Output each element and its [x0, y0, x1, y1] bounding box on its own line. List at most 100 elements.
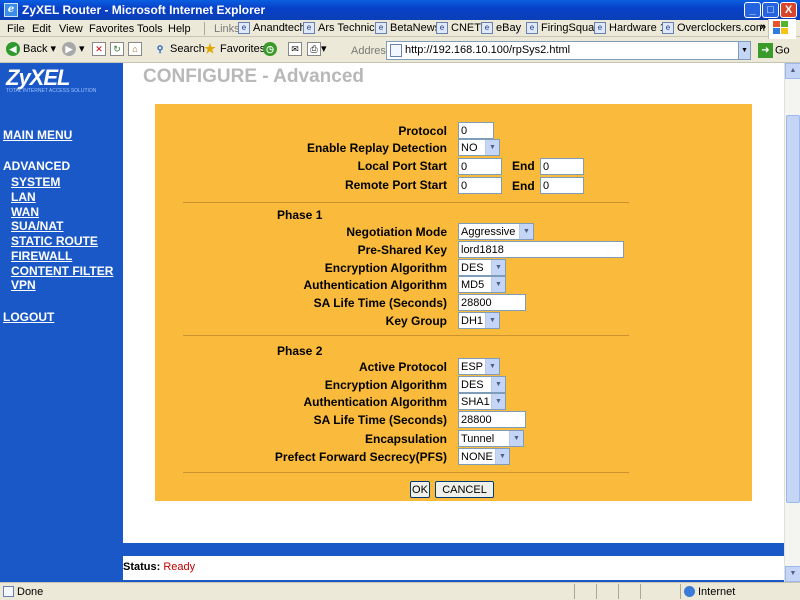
link-hardware1[interactable]: e Hardware 1 [594, 22, 666, 34]
local-port-start-input[interactable]: 0 [458, 158, 502, 175]
link-firingsquad[interactable]: e FiringSquad [526, 22, 600, 34]
links-more-chevron-icon[interactable]: » [760, 21, 766, 33]
menu-file[interactable]: File [7, 23, 25, 35]
link-page-icon: e [375, 22, 387, 34]
link-page-icon: e [594, 22, 606, 34]
menu-separator [204, 22, 205, 35]
phase1-authentication-label: Authentication Algorithm [303, 278, 447, 292]
ok-button[interactable]: OK [410, 481, 430, 498]
cancel-button[interactable]: CANCEL [435, 481, 494, 498]
menu-tools[interactable]: Tools [137, 23, 163, 35]
window-title: ZyXEL Router - Microsoft Internet Explor… [22, 3, 266, 17]
link-page-icon: e [303, 22, 315, 34]
chevron-down-icon: ▼ [485, 359, 499, 374]
phase1-encryption-select[interactable]: DES ▼ [458, 259, 506, 276]
scroll-up-icon[interactable]: ▲ [785, 63, 800, 79]
phase2-authentication-select[interactable]: SHA1 ▼ [458, 393, 506, 410]
history-icon: ◷ [263, 42, 277, 56]
maximize-button[interactable]: □ [762, 2, 779, 18]
router-status-row: Status: Ready [123, 556, 784, 580]
status-label: Status: [123, 561, 161, 573]
status-done-text: Done [17, 586, 44, 598]
forward-arrow-icon: ▶ [62, 42, 76, 57]
logout-link[interactable]: LOGOUT [3, 310, 54, 324]
pre-shared-key-input[interactable]: lord1818 [458, 241, 624, 258]
encapsulation-select[interactable]: Tunnel ▼ [458, 430, 524, 447]
address-dropdown-arrow-icon[interactable]: ▼ [738, 42, 750, 59]
link-page-icon: e [662, 22, 674, 34]
sidebar-item-content-filter[interactable]: CONTENT FILTER [11, 264, 113, 278]
menu-favorites[interactable]: Favorites [89, 23, 134, 35]
phase2-sa-lifetime-label: SA Life Time (Seconds) [313, 413, 447, 427]
remote-port-end-input[interactable]: 0 [540, 177, 584, 194]
sidebar-item-sua-nat[interactable]: SUA/NAT [11, 219, 63, 233]
replay-detection-select[interactable]: NO ▼ [458, 139, 500, 156]
sidebar-item-firewall[interactable]: FIREWALL [11, 249, 72, 263]
close-button[interactable]: X [780, 2, 797, 18]
history-button[interactable]: ◷ [263, 42, 280, 56]
key-group-select[interactable]: DH1 ▼ [458, 312, 500, 329]
status-cell [618, 584, 619, 599]
encapsulation-label: Encapsulation [364, 432, 447, 446]
refresh-button[interactable]: ↻ [110, 42, 124, 56]
chevron-down-icon: ▼ [491, 394, 505, 409]
local-port-end-input[interactable]: 0 [540, 158, 584, 175]
menu-edit[interactable]: Edit [32, 23, 51, 35]
phase2-sa-lifetime-input[interactable]: 28800 [458, 411, 526, 428]
negotiation-mode-select[interactable]: Aggressive ▼ [458, 223, 534, 240]
sidebar-item-wan[interactable]: WAN [11, 205, 39, 219]
link-page-icon: e [238, 22, 250, 34]
minimize-button[interactable]: _ [744, 2, 761, 18]
main-content: CONFIGURE - Advanced Protocol 0 Enable R… [123, 63, 784, 543]
home-button[interactable]: ⌂ [128, 42, 142, 56]
link-ebay[interactable]: e eBay [481, 22, 521, 34]
main-menu-link[interactable]: MAIN MENU [3, 128, 72, 142]
menu-view[interactable]: View [59, 23, 83, 35]
stop-button[interactable]: ✕ [92, 42, 106, 56]
phase1-heading: Phase 1 [277, 208, 323, 222]
page-icon [390, 44, 402, 57]
link-ars-technica[interactable]: e Ars Technica [303, 22, 381, 34]
print-button[interactable]: ⎙ ▾ [307, 42, 327, 57]
star-icon: ★ [204, 41, 216, 56]
key-group-label: Key Group [385, 314, 447, 328]
forward-button[interactable]: ▶ ▾ [62, 42, 85, 57]
negotiation-mode-label: Negotiation Mode [346, 225, 447, 239]
address-input[interactable]: http://192.168.10.100/rpSys2.html [386, 41, 751, 60]
browser-status-bar: Done Internet [0, 582, 800, 600]
protocol-input[interactable]: 0 [458, 122, 494, 139]
status-cell [574, 584, 575, 599]
go-arrow-icon: ➜ [758, 43, 773, 58]
divider [183, 472, 629, 473]
pre-shared-key-label: Pre-Shared Key [357, 243, 447, 257]
link-betanews[interactable]: e BetaNews [375, 22, 440, 34]
remote-port-end-label: End [512, 179, 535, 193]
scroll-thumb[interactable] [786, 115, 800, 503]
phase1-authentication-select[interactable]: MD5 ▼ [458, 276, 506, 293]
search-button[interactable]: ⚲ Search [153, 42, 205, 56]
vertical-scrollbar[interactable]: ▲ ▼ [784, 63, 800, 582]
scroll-down-icon[interactable]: ▼ [785, 566, 800, 582]
sidebar-item-vpn[interactable]: VPN [11, 278, 36, 292]
favorites-button[interactable]: ★ Favorites [203, 42, 265, 56]
active-protocol-select[interactable]: ESP ▼ [458, 358, 500, 375]
pfs-select[interactable]: NONE ▼ [458, 448, 510, 465]
title-bar[interactable]: e ZyXEL Router - Microsoft Internet Expl… [0, 0, 800, 20]
home-icon: ⌂ [128, 42, 142, 56]
sidebar-item-static-route[interactable]: STATIC ROUTE [11, 234, 98, 248]
menu-help[interactable]: Help [168, 23, 191, 35]
go-button[interactable]: ➜ Go [758, 43, 790, 58]
sidebar-item-lan[interactable]: LAN [11, 190, 36, 204]
back-button[interactable]: ◀ Back ▾ [6, 42, 56, 57]
phase2-encryption-label: Encryption Algorithm [324, 378, 447, 392]
address-url: http://192.168.10.100/rpSys2.html [405, 44, 571, 56]
remote-port-start-input[interactable]: 0 [458, 177, 502, 194]
pfs-label: Prefect Forward Secrecy(PFS) [274, 450, 447, 464]
phase1-sa-lifetime-input[interactable]: 28800 [458, 294, 526, 311]
link-anandtech[interactable]: e Anandtech [238, 22, 306, 34]
phase2-encryption-select[interactable]: DES ▼ [458, 376, 506, 393]
link-cnet[interactable]: e CNET [436, 22, 481, 34]
sidebar-item-system[interactable]: SYSTEM [11, 175, 60, 189]
mail-button[interactable]: ✉ [288, 42, 302, 56]
link-overclockers[interactable]: e Overclockers.com [662, 22, 765, 34]
